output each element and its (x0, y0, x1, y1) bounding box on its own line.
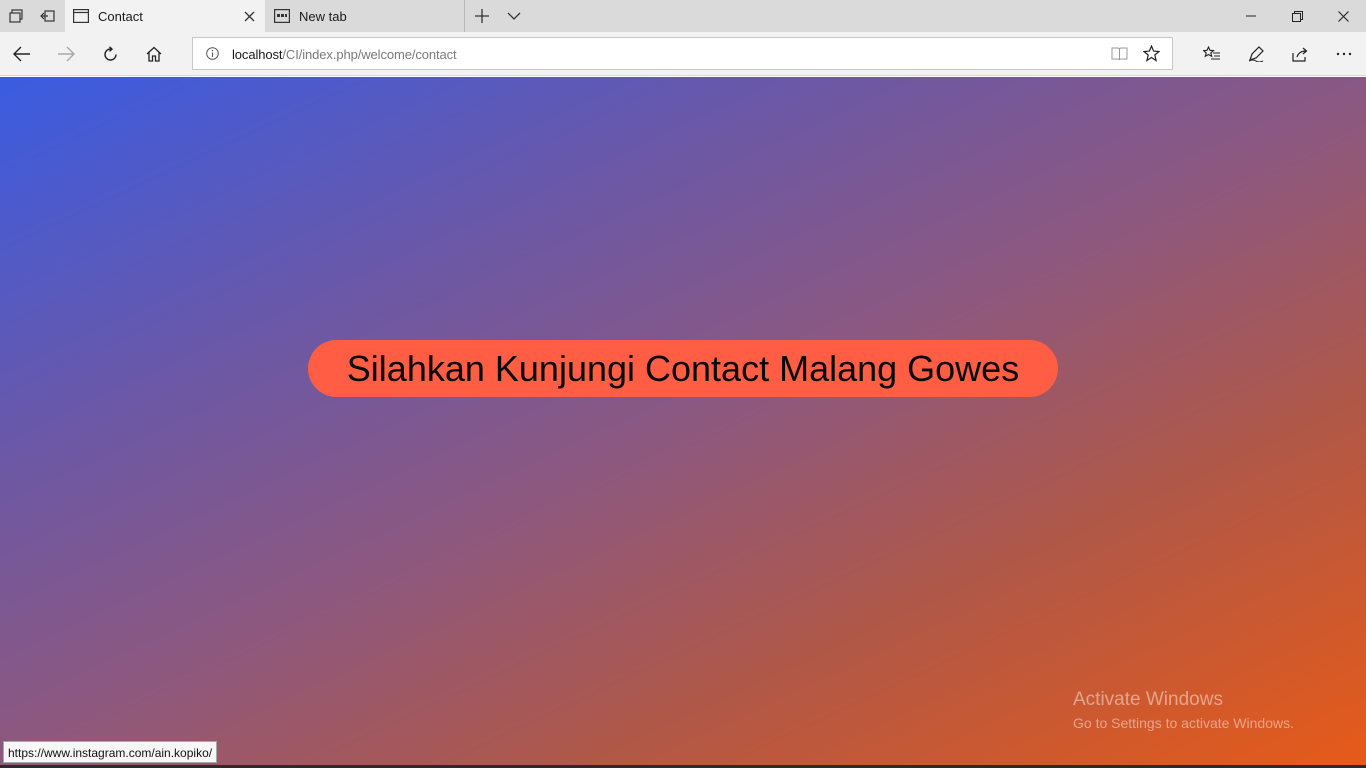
page-icon (73, 9, 90, 26)
restore-icon[interactable] (1274, 0, 1320, 32)
close-tab-icon[interactable] (239, 6, 259, 26)
url-text: localhost/CI/index.php/welcome/contact (232, 47, 457, 62)
tab-previews-icon[interactable] (0, 0, 32, 32)
new-tab-plus-icon[interactable] (466, 0, 498, 32)
home-icon[interactable] (132, 32, 176, 76)
refresh-icon[interactable] (88, 32, 132, 76)
navigation-toolbar: localhost/CI/index.php/welcome/contact (0, 32, 1366, 76)
reading-view-icon[interactable] (1111, 46, 1128, 67)
tabs-set-aside-icon[interactable] (32, 0, 64, 32)
favorites-hub-icon[interactable] (1190, 32, 1234, 76)
share-icon[interactable] (1278, 32, 1322, 76)
favorite-star-icon[interactable] (1142, 44, 1161, 67)
page-heading: Silahkan Kunjungi Contact Malang Gowes (308, 340, 1058, 397)
activate-windows-title: Activate Windows (1073, 689, 1223, 710)
activate-windows-subtitle: Go to Settings to activate Windows. (1073, 715, 1294, 731)
back-arrow-icon[interactable] (0, 32, 44, 76)
address-bar[interactable]: localhost/CI/index.php/welcome/contact (192, 37, 1173, 70)
web-note-pen-icon[interactable] (1234, 32, 1278, 76)
url-host: localhost (232, 47, 283, 62)
tab-contact[interactable]: Contact (65, 0, 265, 32)
tab-title: New tab (299, 9, 347, 24)
site-info-icon[interactable] (206, 47, 219, 65)
tab-new-tab[interactable]: New tab (266, 0, 465, 32)
tab-strip: Contact New tab (0, 0, 1366, 32)
page-content: Silahkan Kunjungi Contact Malang Gowes A… (0, 77, 1366, 768)
new-tab-page-icon (274, 9, 291, 26)
tab-list-chevron-down-icon[interactable] (498, 0, 530, 32)
status-bar-link: https://www.instagram.com/ain.kopiko/ (3, 741, 218, 763)
forward-arrow-icon[interactable] (44, 32, 88, 76)
url-path: /CI/index.php/welcome/contact (282, 47, 457, 62)
more-menu-icon[interactable] (1322, 32, 1366, 76)
tab-title: Contact (98, 9, 143, 24)
minimize-icon[interactable] (1228, 0, 1274, 32)
window-close-icon[interactable] (1320, 0, 1366, 32)
